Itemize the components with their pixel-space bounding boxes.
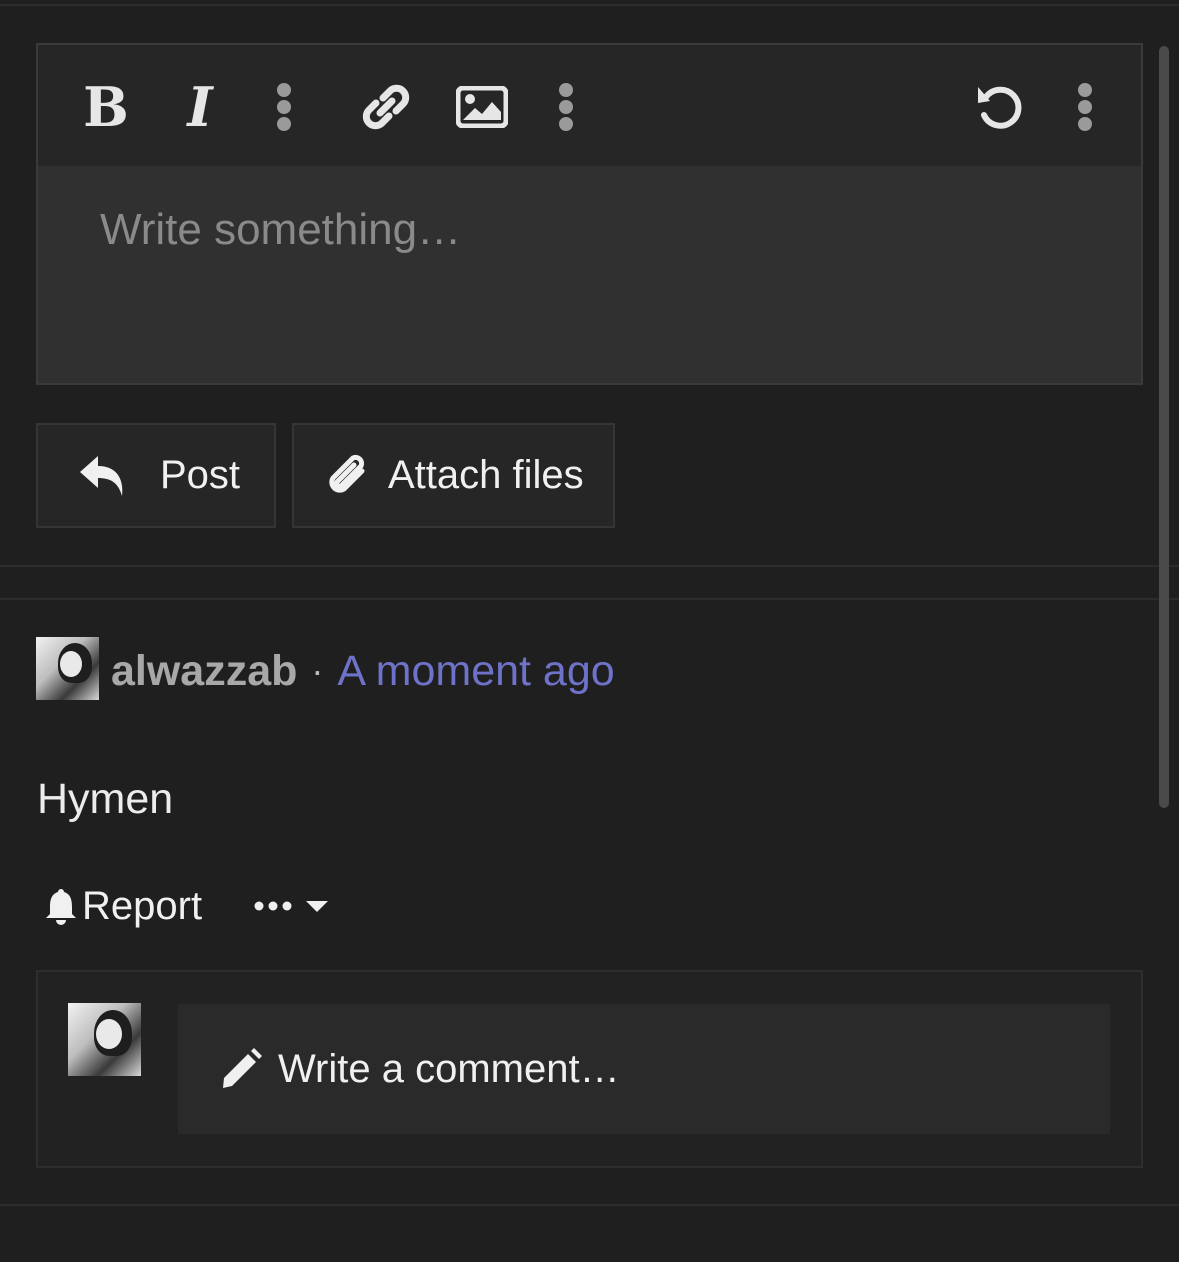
link-button[interactable] — [358, 79, 414, 135]
more-format-button[interactable] — [256, 79, 312, 135]
meta-separator: · — [311, 650, 324, 691]
italic-button[interactable]: I — [172, 79, 228, 135]
bell-icon — [46, 889, 76, 925]
write-comment-input[interactable]: Write a comment… — [178, 1004, 1110, 1134]
report-button[interactable]: Report — [44, 884, 202, 929]
image-button[interactable] — [454, 79, 510, 135]
post-button[interactable]: Post — [36, 423, 276, 528]
more-vertical-icon — [559, 83, 573, 131]
more-insert-button[interactable] — [538, 79, 594, 135]
section-divider — [0, 565, 1179, 567]
image-icon — [456, 86, 508, 128]
italic-icon: I — [187, 75, 213, 139]
undo-icon — [978, 86, 1022, 129]
undo-button[interactable] — [972, 79, 1028, 135]
post-meta: alwazzab · A moment ago — [111, 646, 615, 696]
attach-files-button[interactable]: Attach files — [292, 423, 615, 528]
more-actions-dropdown[interactable] — [254, 898, 330, 914]
more-vertical-icon — [1078, 83, 1092, 131]
top-divider — [0, 4, 1179, 6]
avatar[interactable] — [36, 637, 99, 700]
post-body: Hymen — [37, 775, 174, 823]
more-horizontal-icon — [254, 901, 292, 911]
section-divider — [0, 598, 1179, 600]
bottom-divider — [0, 1204, 1179, 1206]
paperclip-icon — [329, 454, 365, 493]
comment-placeholder: Write a comment… — [278, 1046, 620, 1091]
more-options-button[interactable] — [1057, 79, 1113, 135]
page: B I Write something… Post Attach files a… — [0, 0, 1179, 1262]
username-link[interactable]: alwazzab — [111, 647, 297, 696]
reply-icon — [80, 455, 123, 496]
timestamp-link[interactable]: A moment ago — [337, 647, 614, 696]
more-vertical-icon — [277, 83, 291, 131]
link-icon — [362, 84, 410, 130]
attach-files-label: Attach files — [388, 453, 584, 497]
bold-button[interactable]: B — [78, 79, 134, 135]
pencil-icon — [223, 1048, 262, 1088]
report-label: Report — [82, 883, 203, 928]
rich-text-editor[interactable]: B I Write something… — [36, 43, 1143, 385]
post-actions: Report — [44, 882, 330, 930]
bold-icon: B — [83, 75, 129, 139]
chevron-down-icon — [306, 901, 329, 912]
post-button-label: Post — [160, 453, 241, 497]
editor-toolbar: B I — [38, 45, 1141, 166]
editor-placeholder: Write something… — [100, 205, 462, 254]
avatar — [68, 1003, 141, 1076]
scrollbar[interactable] — [1159, 46, 1169, 808]
